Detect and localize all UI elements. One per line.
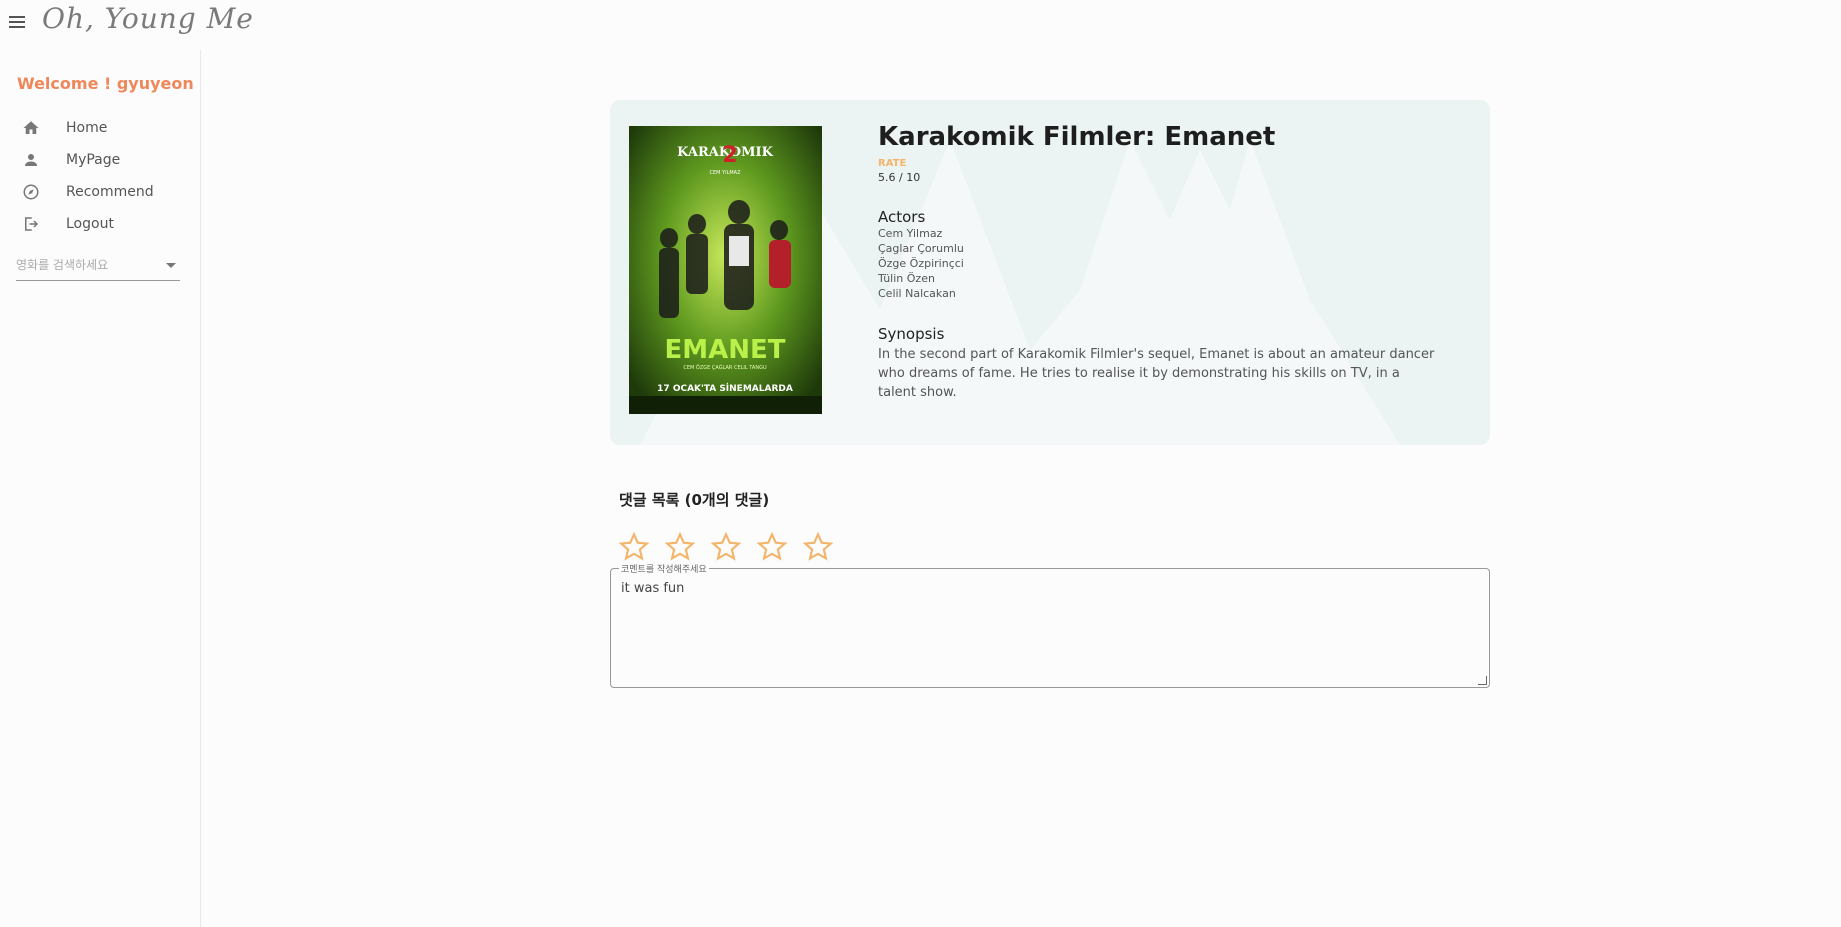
comment-field-label: 코멘트를 작성해주세요 (619, 562, 709, 575)
actor-item: Özge Özpirinçci (878, 257, 964, 270)
app-logo: Oh, Young Me (42, 2, 254, 35)
comment-field[interactable]: 코멘트를 작성해주세요 it was fun (610, 562, 1490, 688)
poster-number: 2 (722, 143, 737, 168)
compass-icon (23, 184, 39, 200)
movie-info: Karakomik Filmler: Emanet RATE 5.6 / 10 … (878, 122, 1438, 402)
welcome-message: Welcome ! gyuyeon (17, 74, 194, 93)
actor-item: Cem Yilmaz (878, 227, 943, 240)
star-icon[interactable] (617, 531, 651, 563)
movie-title: Karakomik Filmler: Emanet (878, 122, 1276, 152)
star-icon[interactable] (755, 531, 789, 563)
synopsis-text: In the second part of Karakomik Filmler'… (878, 347, 1435, 400)
poster-release: 17 OCAK'TA SİNEMALARDA (657, 383, 793, 394)
resize-handle-icon[interactable] (1478, 676, 1487, 685)
sidebar-nav: Home MyPage Recommend Logout (0, 112, 200, 240)
top-bar: Oh, Young Me (0, 0, 1841, 50)
hamburger-menu-icon[interactable] (9, 16, 27, 30)
actor-item: Çaglar Çorumlu (878, 242, 964, 255)
sidebar-item-logout[interactable]: Logout (0, 208, 200, 240)
rate-label: RATE (878, 158, 907, 169)
sidebar-item-label: MyPage (66, 152, 121, 168)
poster-image: KARAKOMIK 2 CEM YILMAZ EMANET CEM ÖZGE Ç… (629, 126, 822, 414)
sidebar-item-label: Home (66, 120, 108, 136)
movie-detail-card: KARAKOMIK 2 CEM YILMAZ EMANET CEM ÖZGE Ç… (610, 100, 1490, 445)
comments-heading: 댓글 목록 (0개의 댓글) (619, 491, 770, 509)
sidebar: Welcome ! gyuyeon Home MyPage Recommend … (0, 50, 201, 927)
logout-icon (25, 217, 39, 231)
star-rating[interactable] (617, 531, 842, 563)
sidebar-item-label: Recommend (66, 184, 154, 200)
sidebar-item-mypage[interactable]: MyPage (0, 144, 200, 176)
movie-search-input[interactable] (16, 256, 156, 274)
star-icon[interactable] (801, 531, 835, 563)
actors-heading: Actors (878, 208, 926, 226)
movie-poster: KARAKOMIK 2 CEM YILMAZ EMANET CEM ÖZGE Ç… (629, 126, 822, 414)
movie-search-field[interactable] (16, 254, 180, 281)
synopsis-heading: Synopsis (878, 325, 945, 343)
sidebar-item-recommend[interactable]: Recommend (0, 176, 200, 208)
poster-cast: CEM ÖZGE ÇAĞLAR CELIL TANGU (683, 364, 767, 371)
star-icon[interactable] (709, 531, 743, 563)
comment-textarea[interactable]: it was fun (619, 579, 1483, 679)
rate-value: 5.6 / 10 (878, 171, 921, 184)
dropdown-arrow-icon[interactable] (166, 263, 176, 268)
poster-title: EMANET (664, 335, 785, 365)
person-icon (25, 154, 37, 166)
actors-list: Cem Yilmaz Çaglar Çorumlu Özge Özpirinçc… (878, 226, 1438, 301)
actor-item: Celil Nalcakan (878, 287, 956, 300)
star-icon[interactable] (663, 531, 697, 563)
sidebar-item-home[interactable]: Home (0, 112, 200, 144)
sidebar-item-label: Logout (66, 216, 114, 232)
poster-director: CEM YILMAZ (709, 170, 741, 176)
home-icon (23, 121, 39, 134)
actor-item: Tülin Özen (878, 272, 935, 285)
